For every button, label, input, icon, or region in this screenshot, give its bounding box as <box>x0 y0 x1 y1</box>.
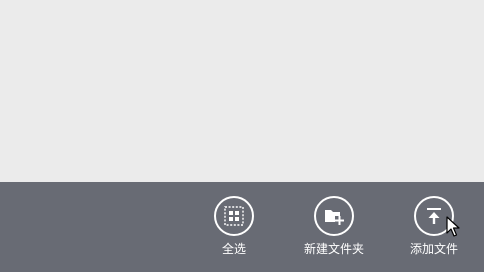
add-files-button[interactable]: 添加文件 <box>404 196 464 256</box>
select-all-label: 全选 <box>221 242 246 256</box>
content-area <box>0 0 484 182</box>
select-all-button[interactable]: 全选 <box>210 196 258 256</box>
new-folder-label: 新建文件夹 <box>303 242 364 256</box>
select-all-icon <box>214 196 254 236</box>
upload-icon <box>414 196 454 236</box>
add-files-label: 添加文件 <box>409 242 458 256</box>
app-bar: 全选 新建文件夹 添加文件 <box>0 182 484 272</box>
new-folder-icon <box>314 196 354 236</box>
new-folder-button[interactable]: 新建文件夹 <box>300 196 368 256</box>
